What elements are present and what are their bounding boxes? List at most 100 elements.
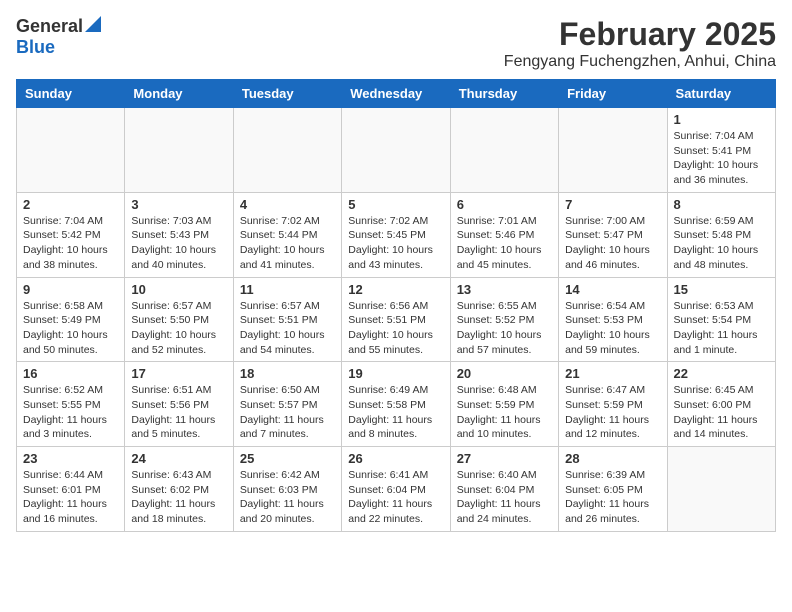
day-info: Sunrise: 6:44 AM Sunset: 6:01 PM Dayligh… [23, 468, 118, 527]
day-number: 23 [23, 451, 118, 466]
day-number: 24 [131, 451, 226, 466]
calendar-cell: 9Sunrise: 6:58 AM Sunset: 5:49 PM Daylig… [17, 277, 125, 362]
calendar-cell [233, 108, 341, 193]
calendar-cell: 24 Sunrise: 6:43 AM Sunset: 6:02 PM Dayli… [125, 447, 233, 532]
day-info: Sunrise: 7:01 AM Sunset: 5:46 PM Dayligh… [457, 214, 552, 273]
day-info: Sunrise: 6:58 AM Sunset: 5:49 PM Dayligh… [23, 299, 118, 358]
calendar-title: February 2025 [504, 16, 776, 53]
day-info: Sunrise: 6:51 AM Sunset: 5:56 PM Dayligh… [131, 383, 226, 442]
calendar-cell: 22 Sunrise: 6:45 AM Sunset: 6:00 PM Dayli… [667, 362, 775, 447]
week-row: 9Sunrise: 6:58 AM Sunset: 5:49 PM Daylig… [17, 277, 776, 362]
day-info: Sunrise: 7:02 AM Sunset: 5:44 PM Dayligh… [240, 214, 335, 273]
day-info: Sunrise: 6:48 AM Sunset: 5:59 PM Dayligh… [457, 383, 552, 442]
day-info: Sunrise: 7:04 AM Sunset: 5:41 PM Dayligh… [674, 129, 769, 188]
day-number: 27 [457, 451, 552, 466]
day-number: 15 [674, 282, 769, 297]
week-row: 23 Sunrise: 6:44 AM Sunset: 6:01 PM Dayli… [17, 447, 776, 532]
calendar-cell [125, 108, 233, 193]
calendar-cell: 25 Sunrise: 6:42 AM Sunset: 6:03 PM Dayli… [233, 447, 341, 532]
day-number: 7 [565, 197, 660, 212]
day-info: Sunrise: 6:52 AM Sunset: 5:55 PM Dayligh… [23, 383, 118, 442]
day-of-week-header: Wednesday [342, 80, 450, 108]
day-info: Sunrise: 6:50 AM Sunset: 5:57 PM Dayligh… [240, 383, 335, 442]
day-number: 21 [565, 366, 660, 381]
calendar-cell: 11 Sunrise: 6:57 AM Sunset: 5:51 PM Dayli… [233, 277, 341, 362]
calendar-cell: 4 Sunrise: 7:02 AM Sunset: 5:44 PM Daylig… [233, 192, 341, 277]
day-number: 10 [131, 282, 226, 297]
calendar-cell: 8Sunrise: 6:59 AM Sunset: 5:48 PM Daylig… [667, 192, 775, 277]
day-number: 16 [23, 366, 118, 381]
day-info: Sunrise: 6:42 AM Sunset: 6:03 PM Dayligh… [240, 468, 335, 527]
calendar-cell: 12Sunrise: 6:56 AM Sunset: 5:51 PM Dayli… [342, 277, 450, 362]
day-number: 19 [348, 366, 443, 381]
calendar-header-row: SundayMondayTuesdayWednesdayThursdayFrid… [17, 80, 776, 108]
day-number: 20 [457, 366, 552, 381]
day-info: Sunrise: 6:54 AM Sunset: 5:53 PM Dayligh… [565, 299, 660, 358]
day-info: Sunrise: 7:02 AM Sunset: 5:45 PM Dayligh… [348, 214, 443, 273]
calendar-table: SundayMondayTuesdayWednesdayThursdayFrid… [16, 79, 776, 532]
calendar-cell [342, 108, 450, 193]
day-number: 13 [457, 282, 552, 297]
day-number: 2 [23, 197, 118, 212]
calendar-cell [559, 108, 667, 193]
logo: General Blue [16, 16, 101, 58]
day-number: 14 [565, 282, 660, 297]
day-info: Sunrise: 6:41 AM Sunset: 6:04 PM Dayligh… [348, 468, 443, 527]
page-header: General Blue February 2025 Fengyang Fuch… [16, 16, 776, 71]
calendar-cell: 7Sunrise: 7:00 AM Sunset: 5:47 PM Daylig… [559, 192, 667, 277]
day-info: Sunrise: 6:57 AM Sunset: 5:51 PM Dayligh… [240, 299, 335, 358]
week-row: 1 Sunrise: 7:04 AM Sunset: 5:41 PM Daylig… [17, 108, 776, 193]
day-number: 8 [674, 197, 769, 212]
day-info: Sunrise: 6:57 AM Sunset: 5:50 PM Dayligh… [131, 299, 226, 358]
day-number: 25 [240, 451, 335, 466]
calendar-cell: 20 Sunrise: 6:48 AM Sunset: 5:59 PM Dayli… [450, 362, 558, 447]
day-info: Sunrise: 6:47 AM Sunset: 5:59 PM Dayligh… [565, 383, 660, 442]
week-row: 16 Sunrise: 6:52 AM Sunset: 5:55 PM Dayli… [17, 362, 776, 447]
logo-blue-text: Blue [16, 37, 55, 57]
day-number: 28 [565, 451, 660, 466]
day-info: Sunrise: 6:43 AM Sunset: 6:02 PM Dayligh… [131, 468, 226, 527]
day-number: 1 [674, 112, 769, 127]
day-info: Sunrise: 6:45 AM Sunset: 6:00 PM Dayligh… [674, 383, 769, 442]
day-info: Sunrise: 6:53 AM Sunset: 5:54 PM Dayligh… [674, 299, 769, 358]
calendar-subtitle: Fengyang Fuchengzhen, Anhui, China [504, 53, 776, 71]
calendar-cell: 19 Sunrise: 6:49 AM Sunset: 5:58 PM Dayli… [342, 362, 450, 447]
logo-arrow-icon [85, 16, 101, 37]
day-info: Sunrise: 6:56 AM Sunset: 5:51 PM Dayligh… [348, 299, 443, 358]
day-of-week-header: Sunday [17, 80, 125, 108]
day-number: 5 [348, 197, 443, 212]
calendar-cell: 15 Sunrise: 6:53 AM Sunset: 5:54 PM Dayli… [667, 277, 775, 362]
calendar-cell: 16 Sunrise: 6:52 AM Sunset: 5:55 PM Dayli… [17, 362, 125, 447]
calendar-cell: 21 Sunrise: 6:47 AM Sunset: 5:59 PM Dayli… [559, 362, 667, 447]
calendar-cell: 1 Sunrise: 7:04 AM Sunset: 5:41 PM Daylig… [667, 108, 775, 193]
day-number: 22 [674, 366, 769, 381]
day-of-week-header: Tuesday [233, 80, 341, 108]
calendar-cell: 23 Sunrise: 6:44 AM Sunset: 6:01 PM Dayli… [17, 447, 125, 532]
calendar-cell: 18 Sunrise: 6:50 AM Sunset: 5:57 PM Dayli… [233, 362, 341, 447]
day-info: Sunrise: 6:40 AM Sunset: 6:04 PM Dayligh… [457, 468, 552, 527]
calendar-cell [667, 447, 775, 532]
calendar-cell: 26 Sunrise: 6:41 AM Sunset: 6:04 PM Dayli… [342, 447, 450, 532]
day-number: 18 [240, 366, 335, 381]
calendar-cell: 5 Sunrise: 7:02 AM Sunset: 5:45 PM Daylig… [342, 192, 450, 277]
calendar-cell: 14 Sunrise: 6:54 AM Sunset: 5:53 PM Dayli… [559, 277, 667, 362]
day-of-week-header: Saturday [667, 80, 775, 108]
calendar-cell: 28Sunrise: 6:39 AM Sunset: 6:05 PM Dayli… [559, 447, 667, 532]
calendar-cell: 13 Sunrise: 6:55 AM Sunset: 5:52 PM Dayli… [450, 277, 558, 362]
calendar-cell: 17 Sunrise: 6:51 AM Sunset: 5:56 PM Dayli… [125, 362, 233, 447]
day-number: 11 [240, 282, 335, 297]
calendar-cell: 10 Sunrise: 6:57 AM Sunset: 5:50 PM Dayli… [125, 277, 233, 362]
calendar-cell [17, 108, 125, 193]
calendar-cell: 3Sunrise: 7:03 AM Sunset: 5:43 PM Daylig… [125, 192, 233, 277]
day-number: 26 [348, 451, 443, 466]
day-of-week-header: Monday [125, 80, 233, 108]
day-number: 4 [240, 197, 335, 212]
day-number: 17 [131, 366, 226, 381]
logo-general-text: General [16, 16, 83, 37]
day-of-week-header: Friday [559, 80, 667, 108]
day-info: Sunrise: 6:55 AM Sunset: 5:52 PM Dayligh… [457, 299, 552, 358]
day-info: Sunrise: 6:49 AM Sunset: 5:58 PM Dayligh… [348, 383, 443, 442]
calendar-cell [450, 108, 558, 193]
calendar-cell: 2Sunrise: 7:04 AM Sunset: 5:42 PM Daylig… [17, 192, 125, 277]
calendar-cell: 6Sunrise: 7:01 AM Sunset: 5:46 PM Daylig… [450, 192, 558, 277]
